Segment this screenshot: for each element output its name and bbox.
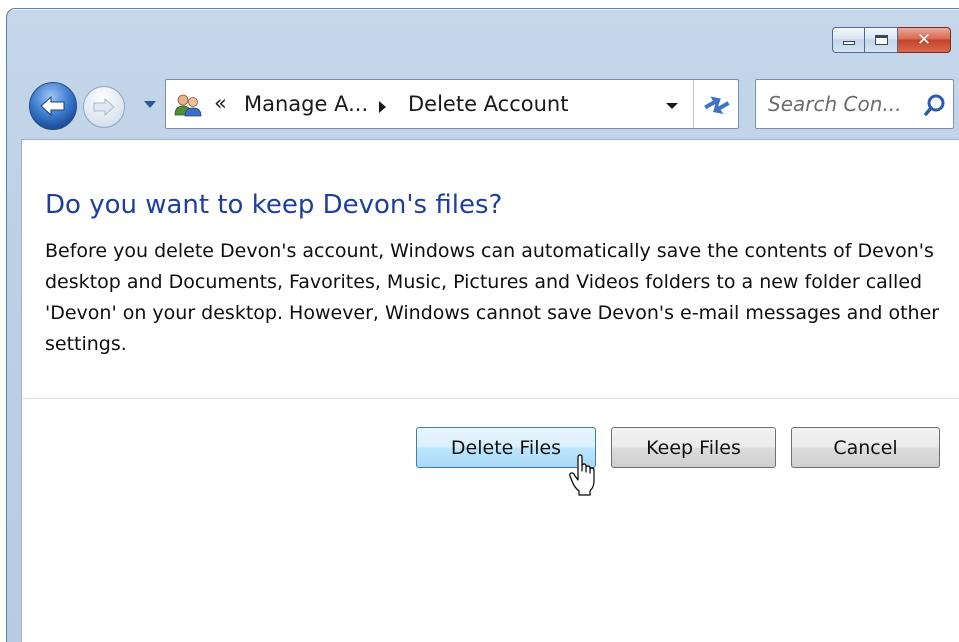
- breadcrumb-overflow[interactable]: «: [214, 91, 227, 115]
- page-title: Do you want to keep Devon's files?: [45, 190, 503, 220]
- content-pane: Do you want to keep Devon's files? Befor…: [21, 139, 959, 642]
- address-divider: [693, 80, 694, 128]
- message-area: Do you want to keep Devon's files? Befor…: [22, 140, 959, 398]
- minimize-button[interactable]: [832, 27, 865, 53]
- search-box[interactable]: [755, 79, 954, 129]
- breadcrumb-manage-accounts[interactable]: Manage A...: [244, 92, 368, 116]
- refresh-icon[interactable]: [700, 90, 730, 118]
- search-input[interactable]: [768, 90, 918, 118]
- cancel-button[interactable]: Cancel: [791, 427, 940, 468]
- search-icon[interactable]: [923, 93, 947, 117]
- breadcrumb-separator-icon[interactable]: [379, 101, 386, 113]
- divider: [22, 398, 959, 399]
- close-icon: ✕: [916, 29, 932, 50]
- keep-files-button[interactable]: Keep Files: [611, 427, 776, 468]
- forward-button[interactable]: [83, 86, 125, 128]
- close-button[interactable]: ✕: [898, 27, 951, 53]
- minimize-icon: [842, 41, 855, 45]
- description-text: Before you delete Devon's account, Windo…: [45, 240, 940, 355]
- control-panel-window: ✕ « Manage A... Delete Account Search Co…: [6, 8, 959, 642]
- back-arrow-icon: [40, 95, 65, 117]
- maximize-icon: [874, 35, 888, 45]
- address-bar[interactable]: « Manage A... Delete Account: [165, 79, 739, 129]
- delete-files-button[interactable]: Delete Files: [416, 427, 596, 468]
- maximize-button[interactable]: [865, 27, 898, 53]
- breadcrumb-delete-account[interactable]: Delete Account: [408, 92, 568, 116]
- recent-pages-dropdown[interactable]: [144, 101, 156, 108]
- address-history-dropdown[interactable]: [666, 103, 678, 109]
- forward-arrow-icon: [93, 97, 115, 117]
- users-icon: [174, 94, 202, 117]
- caption-buttons: ✕: [832, 27, 951, 53]
- back-button[interactable]: [29, 82, 77, 130]
